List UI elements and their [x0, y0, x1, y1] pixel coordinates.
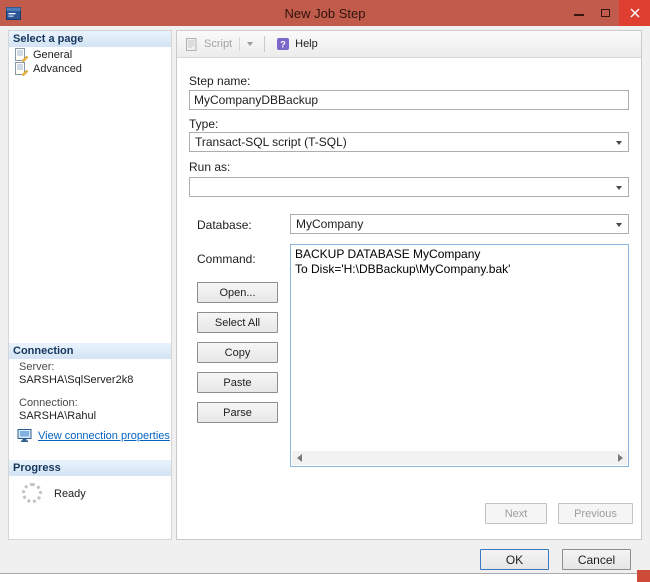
open-button[interactable]: Open... [197, 282, 278, 303]
help-button[interactable]: Help [295, 38, 318, 50]
close-button[interactable] [619, 0, 650, 26]
next-button[interactable]: Next [485, 503, 547, 524]
sidebar-item-label: Advanced [33, 63, 82, 75]
sidebar-item-general[interactable]: General [15, 48, 72, 62]
command-button-column: Open... Select All Copy Paste Parse [197, 282, 278, 423]
cancel-button[interactable]: Cancel [562, 549, 631, 570]
progress-spinner-icon [22, 483, 42, 503]
window-controls [565, 0, 650, 26]
type-label: Type: [189, 117, 219, 131]
connection-label: Connection: [19, 397, 78, 409]
paste-button[interactable]: Paste [197, 372, 278, 393]
progress-status: Ready [54, 488, 86, 500]
type-select[interactable]: Transact-SQL script (T-SQL) [189, 132, 629, 152]
screen: New Job Step Select a page General Advan… [0, 0, 650, 582]
page-icon [15, 62, 28, 76]
titlebar: New Job Step [0, 0, 650, 26]
parse-button[interactable]: Parse [197, 402, 278, 423]
script-dropdown-icon[interactable] [247, 42, 254, 46]
progress-header: Progress [9, 460, 171, 476]
desktop-corner-artifact [637, 570, 650, 582]
view-connection-properties[interactable]: View connection properties [17, 428, 170, 444]
previous-button[interactable]: Previous [558, 503, 633, 524]
select-a-page-header: Select a page [9, 31, 171, 47]
page-icon [15, 48, 28, 62]
minimize-icon [573, 14, 584, 16]
command-label: Command: [197, 252, 256, 266]
server-value: SARSHA\SqlServer2k8 [19, 374, 134, 386]
command-textarea[interactable]: BACKUP DATABASE MyCompany To Disk='H:\DB… [290, 244, 629, 467]
minimize-button[interactable] [565, 0, 592, 26]
step-name-input[interactable] [189, 90, 629, 110]
type-select-value: Transact-SQL script (T-SQL) [195, 135, 347, 149]
toolbar: Script ? Help [177, 31, 641, 58]
run-as-label: Run as: [189, 160, 231, 174]
maximize-icon [601, 9, 610, 17]
main-panel: Script ? Help Step name: Type: Transact-… [176, 30, 642, 540]
help-icon: ? [277, 38, 290, 50]
chevron-down-icon [616, 186, 622, 190]
server-label: Server: [19, 361, 55, 373]
scroll-right-icon [617, 454, 623, 462]
sidebar-item-label: General [33, 49, 73, 61]
divider [239, 37, 241, 51]
view-connection-properties-link[interactable]: View connection properties [38, 430, 170, 442]
sidebar-item-advanced[interactable]: Advanced [15, 62, 82, 76]
new-job-step-dialog: New Job Step Select a page General Advan… [0, 0, 650, 574]
close-icon [630, 8, 639, 18]
sidebar: Select a page General Advanced Connectio… [8, 30, 172, 540]
scroll-right-button[interactable] [613, 451, 627, 465]
step-name-label: Step name: [189, 74, 251, 88]
scroll-left-icon [296, 454, 302, 462]
chevron-down-icon [616, 141, 622, 145]
script-button[interactable]: Script [204, 38, 232, 50]
maximize-button[interactable] [592, 0, 619, 26]
monitor-icon [17, 429, 32, 442]
chevron-down-icon [616, 223, 622, 227]
svg-text:?: ? [280, 40, 286, 50]
scroll-left-button[interactable] [292, 451, 306, 465]
connection-header: Connection [9, 343, 171, 359]
copy-button[interactable]: Copy [197, 342, 278, 363]
horizontal-scrollbar[interactable] [292, 451, 627, 465]
database-select[interactable]: MyCompany [290, 214, 629, 234]
command-text[interactable]: BACKUP DATABASE MyCompany To Disk='H:\DB… [295, 247, 624, 449]
script-icon [186, 37, 197, 51]
database-label: Database: [197, 218, 252, 232]
database-select-value: MyCompany [296, 217, 364, 231]
run-as-select[interactable] [189, 177, 629, 197]
connection-value: SARSHA\Rahul [19, 410, 97, 422]
toolbar-separator [264, 36, 266, 52]
ok-button[interactable]: OK [480, 549, 549, 570]
app-icon [6, 6, 21, 21]
window-title: New Job Step [284, 5, 366, 21]
select-all-button[interactable]: Select All [197, 312, 278, 333]
